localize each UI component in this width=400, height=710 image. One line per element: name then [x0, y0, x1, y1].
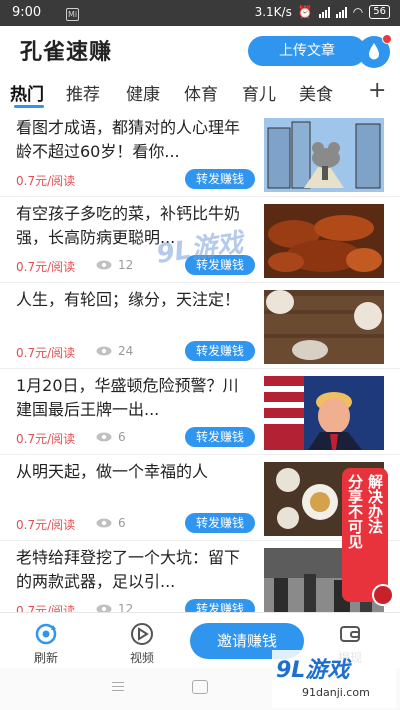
article-price: 0.7元/阅读 [16, 518, 76, 532]
nav-video-label: 视频 [129, 651, 154, 665]
tab-sports[interactable]: 体育 [184, 80, 218, 105]
eye-icon [96, 518, 112, 528]
view-count: 6 [96, 516, 126, 530]
eye-icon [96, 432, 112, 442]
share-invisible-badge[interactable]: 分享不可见 解决办法 [342, 468, 388, 602]
share-earn-button[interactable]: 转发赚钱 [185, 513, 255, 533]
add-tab-button[interactable]: + [368, 78, 386, 103]
article-price: 0.7元/阅读 [16, 260, 76, 274]
article-title[interactable]: 1月20日，华盛顿危险预警？川建国最后王牌一出... [16, 374, 252, 422]
share-earn-button[interactable]: 转发赚钱 [185, 427, 255, 447]
badge-close-icon[interactable] [372, 584, 394, 606]
signal-icon [318, 6, 330, 18]
article-title[interactable]: 看图才成语，都猜对的人心理年龄不超过60岁！看你... [16, 116, 252, 164]
tab-recommend[interactable]: 推荐 [66, 80, 100, 105]
network-speed: 3.1K/s [254, 5, 292, 19]
eye-icon [96, 260, 112, 270]
wifi-icon: ◠ [352, 5, 364, 19]
article-price: 0.7元/阅读 [16, 604, 76, 612]
notification-dot [382, 34, 392, 44]
view-count: 12 [96, 258, 133, 272]
badge-text-col2: 解决办法 [366, 474, 384, 534]
article-item[interactable]: 从明天起，做一个幸福的人 0.7元/阅读 6 转发赚钱 [0, 456, 400, 541]
view-count-value: 12 [118, 258, 134, 272]
nav-refresh[interactable]: 刷新 [16, 621, 76, 666]
article-title[interactable]: 老特给拜登挖了一个大坑：留下的两款武器，足以引... [16, 546, 252, 594]
mi-icon: Mi [66, 8, 79, 21]
article-title[interactable]: 从明天起，做一个幸福的人 [16, 460, 252, 484]
nav-refresh-label: 刷新 [33, 651, 58, 665]
article-thumbnail[interactable] [264, 376, 384, 450]
app-header: 孔雀速赚 上传文章 [0, 26, 400, 74]
view-count: 24 [96, 344, 133, 358]
menu-icon[interactable] [112, 682, 124, 692]
article-item[interactable]: 老特给拜登挖了一个大坑：留下的两款武器，足以引... 0.7元/阅读 12 转发… [0, 542, 400, 612]
category-tabs: 热门 推荐 健康 体育 育儿 美食 + [0, 76, 400, 110]
article-item[interactable]: 1月20日，华盛顿危险预警？川建国最后王牌一出... 0.7元/阅读 6 转发赚… [0, 370, 400, 455]
tab-food[interactable]: 美食 [299, 80, 333, 105]
badge-text-col1: 分享不可见 [346, 474, 364, 549]
view-count-value: 6 [118, 430, 126, 444]
wallet-icon [340, 626, 360, 642]
view-count-value: 6 [118, 516, 126, 530]
status-bar: 9:00 Mi 3.1K/s ⏰ ◠ 56 [0, 0, 400, 26]
active-tab-indicator [14, 105, 44, 108]
article-price: 0.7元/阅读 [16, 432, 76, 446]
refresh-icon [35, 623, 57, 645]
share-earn-button[interactable]: 转发赚钱 [185, 341, 255, 361]
view-count: 6 [96, 430, 126, 444]
nav-video[interactable]: 视频 [112, 621, 172, 666]
app-title: 孔雀速赚 [20, 40, 113, 65]
article-item[interactable]: 人生，有轮回；缘分，天注定！ 0.7元/阅读 24 转发赚钱 [0, 284, 400, 369]
article-feed[interactable]: 看图才成语，都猜对的人心理年龄不超过60岁！看你... 0.7元/阅读 转发赚钱… [0, 112, 400, 612]
tab-parenting[interactable]: 育儿 [242, 80, 276, 105]
alarm-icon: ⏰ [297, 5, 313, 19]
share-earn-button[interactable]: 转发赚钱 [185, 599, 255, 612]
article-thumbnail[interactable] [264, 118, 384, 192]
signal-icon-2 [335, 6, 347, 18]
view-count-value: 24 [118, 344, 134, 358]
article-price: 0.7元/阅读 [16, 346, 76, 360]
view-count: 12 [96, 602, 133, 612]
article-thumbnail[interactable] [264, 290, 384, 364]
status-right: 3.1K/s ⏰ ◠ 56 [255, 5, 390, 19]
eye-icon [96, 604, 112, 612]
article-title[interactable]: 人生，有轮回；缘分，天注定！ [16, 288, 252, 312]
tab-health[interactable]: 健康 [126, 80, 160, 105]
watermark-url: 91danji.com [302, 686, 370, 699]
eye-icon [96, 346, 112, 356]
play-icon [131, 623, 153, 645]
view-count-value: 12 [118, 602, 134, 612]
home-icon[interactable] [192, 680, 208, 694]
article-price: 0.7元/阅读 [16, 174, 76, 188]
share-earn-button[interactable]: 转发赚钱 [185, 169, 255, 189]
tab-hot[interactable]: 热门 [10, 80, 44, 105]
drop-button[interactable] [358, 34, 392, 68]
article-thumbnail[interactable] [264, 204, 384, 278]
upload-article-button[interactable]: 上传文章 [248, 36, 366, 66]
status-time: 9:00 [12, 5, 42, 20]
battery-indicator: 56 [369, 5, 390, 19]
watermark-badge: 9L游戏 91danji.com [272, 650, 396, 708]
article-item[interactable]: 看图才成语，都猜对的人心理年龄不超过60岁！看你... 0.7元/阅读 转发赚钱 [0, 112, 400, 197]
watermark-brand: 9L游戏 [276, 658, 350, 683]
